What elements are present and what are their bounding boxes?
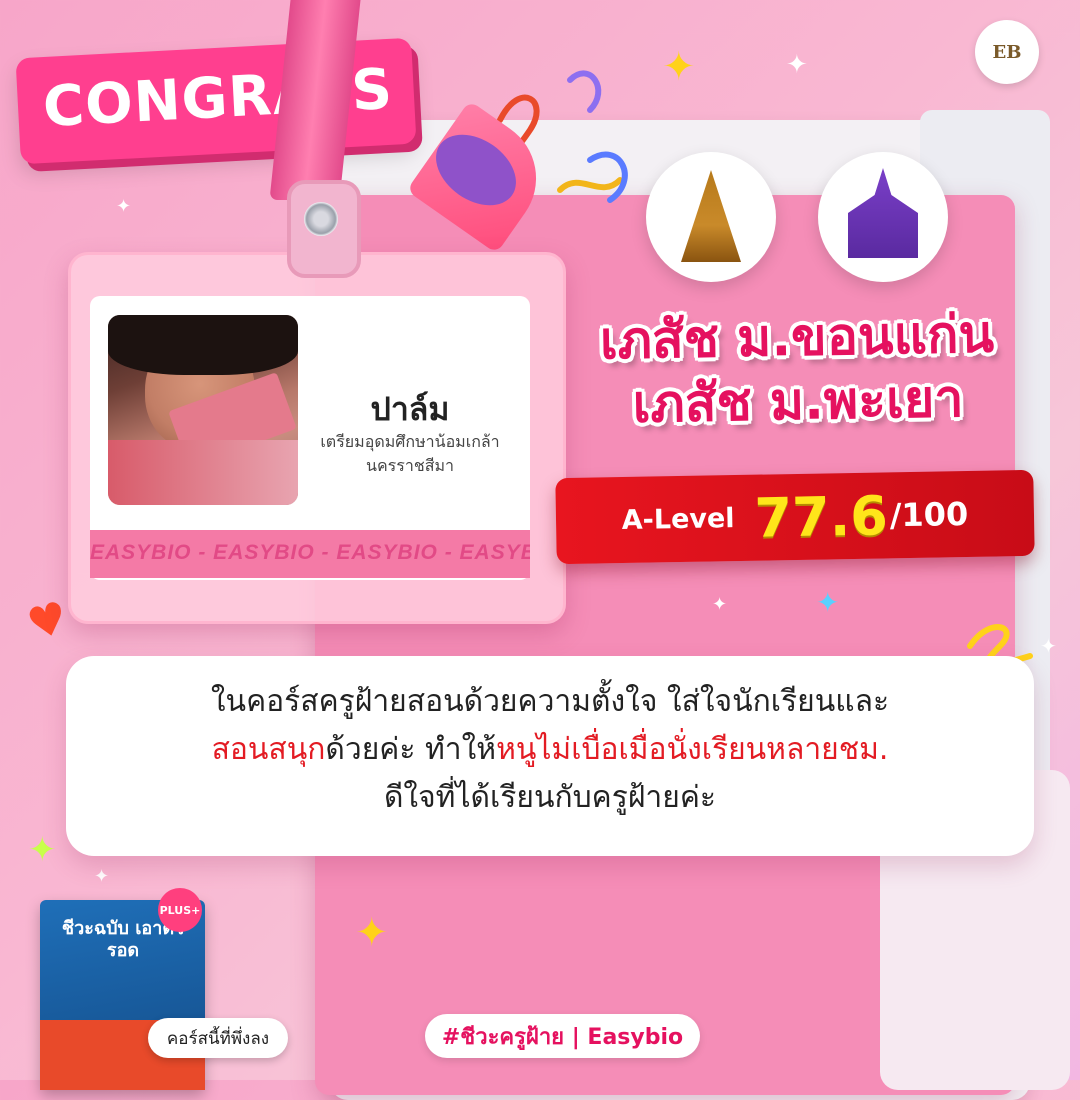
course-book-badge: PLUS+ — [158, 888, 202, 932]
score-label: A-Level — [621, 502, 735, 536]
sparkle-icon: ✦ — [712, 594, 728, 615]
sparkle-icon: ✦ — [116, 196, 132, 217]
testimonial-highlight-2: หนูไม่เบื่อเมื่อนั่งเรียนหลายชม. — [496, 732, 889, 767]
brand-logo: EB — [975, 20, 1039, 84]
testimonial-text: ในคอร์สครูฝ้ายสอนด้วยความตั้งใจ ใส่ใจนัก… — [86, 678, 1014, 822]
student-photo-hair — [108, 315, 298, 375]
id-card-stripe-text: EASYBIO - EASYBIO - EASYBIO - EASYBIO - … — [90, 541, 530, 564]
hashtag-pill[interactable]: #ชีวะครูฝ้าย | Easybio — [425, 1014, 700, 1058]
green-sparkle-icon: ✦ — [28, 830, 57, 870]
new-course-tag[interactable]: คอร์สนี้ที่พึ่งลง — [148, 1018, 288, 1058]
score-max: /100 — [889, 494, 969, 535]
student-photo-book-bottom — [108, 440, 298, 505]
school-line-1: เตรียมอุดมศึกษาน้อมเกล้า — [320, 432, 500, 451]
testimonial-line-2: สอนสนุกด้วยค่ะ ทำให้หนูไม่เบื่อเมื่อนั่ง… — [86, 726, 1014, 774]
badge-clip-rivet — [304, 202, 338, 236]
admission-line-1: เภสัช ม.ขอนแก่น — [599, 304, 995, 372]
heart-icon: ♥ — [22, 591, 74, 652]
score-content: A-Level 77.6 /100 — [555, 470, 1034, 564]
testimonial-text-2: ด้วยค่ะ ทำให้ — [325, 732, 497, 767]
score-value: 77.6 — [753, 483, 889, 550]
admission-headline: เภสัช ม.ขอนแก่น เภสัช ม.พะเยา — [544, 302, 1051, 439]
sparkle-icon: ✦ — [786, 50, 808, 80]
school-line-2: นครราชสีมา — [366, 456, 454, 475]
testimonial-line-3: ดีใจที่ได้เรียนกับครูฝ้ายค่ะ — [383, 780, 717, 815]
yellow-sparkle-icon: ✦ — [355, 910, 389, 956]
testimonial-line-1: ในคอร์สครูฝ้ายสอนด้วยความตั้งใจ ใส่ใจนัก… — [210, 684, 890, 719]
yellow-sparkle-icon: ✦ — [662, 44, 696, 90]
sparkle-icon: ✦ — [1040, 634, 1057, 658]
testimonial-highlight-1: สอนสนุก — [211, 732, 326, 767]
blue-sparkle-icon: ✦ — [816, 586, 840, 619]
sparkle-icon: ✦ — [94, 866, 110, 887]
student-school: เตรียมอุดมศึกษาน้อมเกล้า นครราชสีมา — [300, 430, 520, 478]
admission-line-2: เภสัช ม.พะเยา — [632, 369, 964, 435]
student-name: ปาล์ม — [370, 390, 450, 428]
